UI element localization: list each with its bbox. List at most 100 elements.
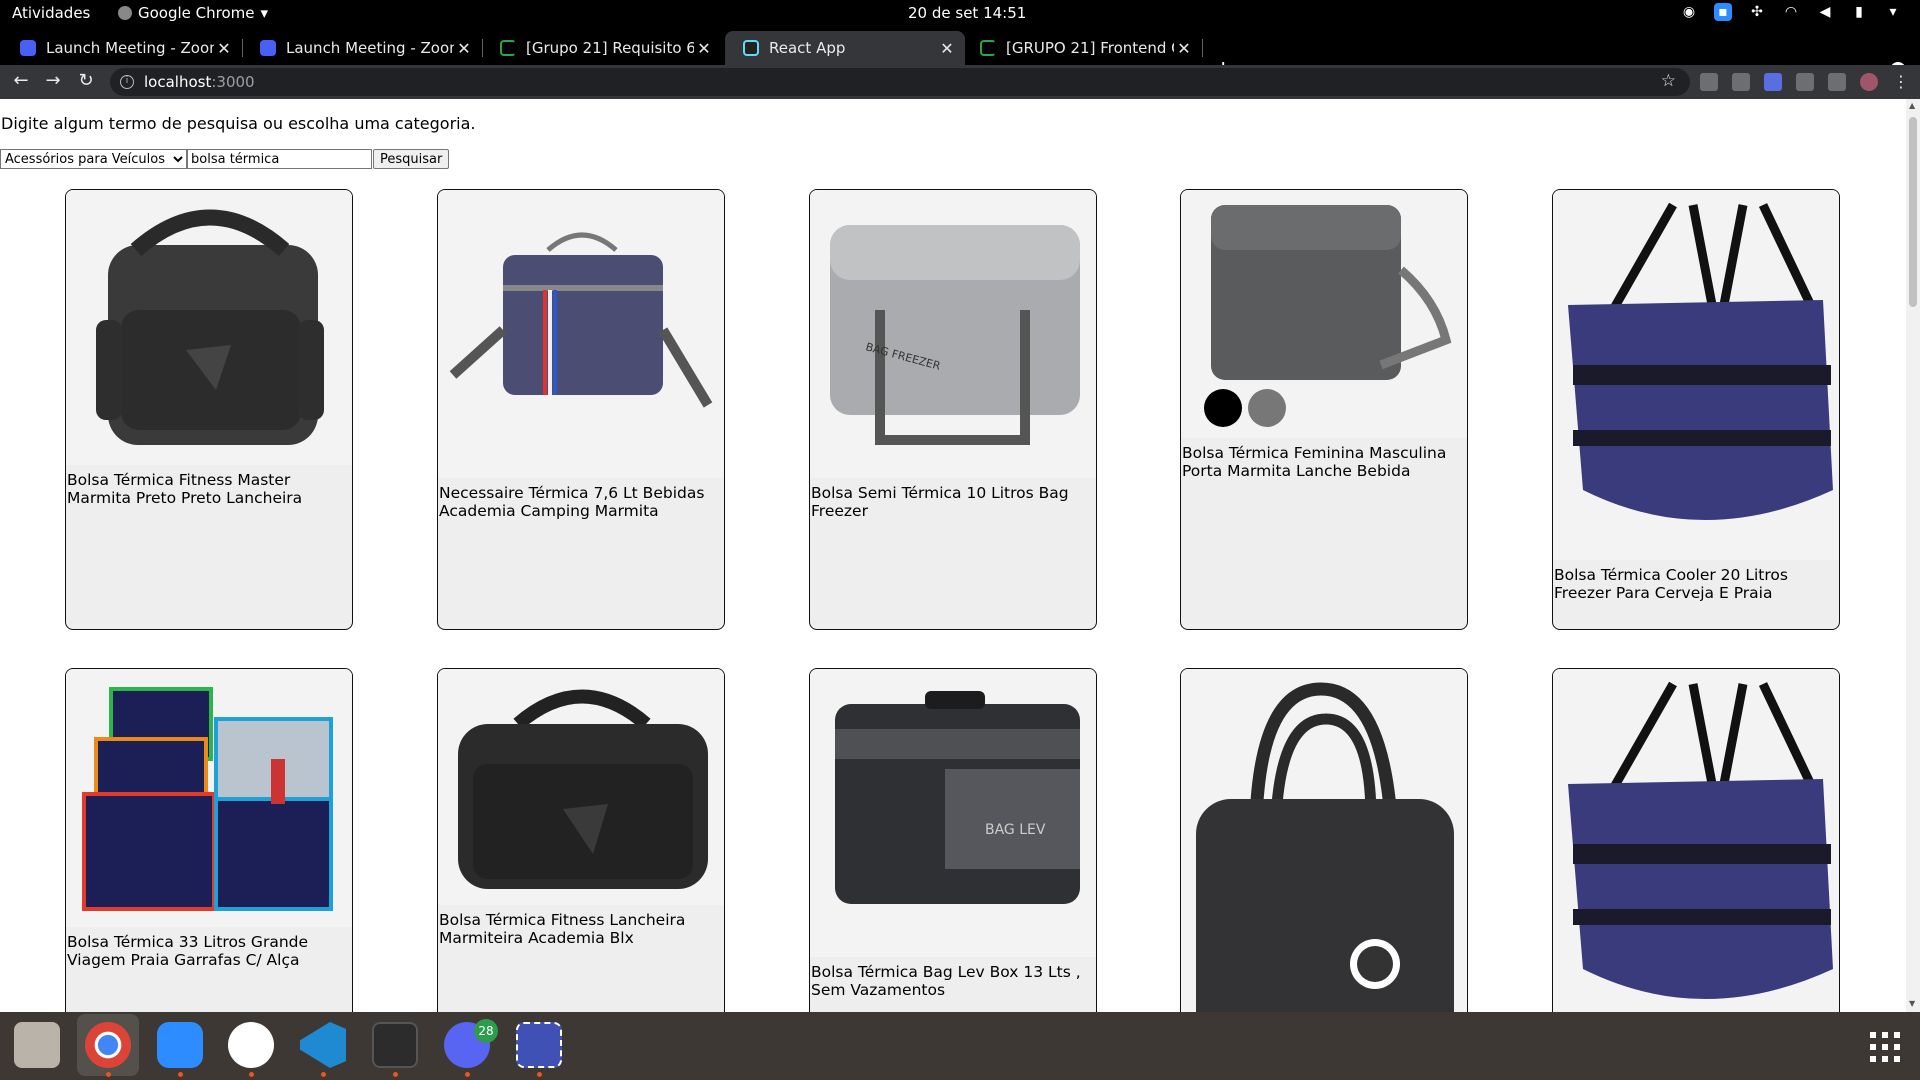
site-info-icon[interactable]: i	[120, 75, 134, 89]
tab-title: [Grupo 21] Requisito 6 by	[526, 39, 694, 57]
zoom-icon	[20, 40, 36, 56]
activities-button[interactable]: Atividades	[12, 4, 90, 22]
running-indicator	[537, 1072, 542, 1077]
screenshot-dock-icon[interactable]	[516, 1022, 562, 1068]
product-image	[1181, 669, 1467, 1012]
product-image	[1181, 190, 1467, 438]
product-card-10[interactable]	[1552, 668, 1840, 1012]
svg-text:BAG LEV: BAG LEV	[985, 822, 1046, 838]
show-applications-grid-icon[interactable]	[1870, 1032, 1900, 1062]
product-image	[1553, 190, 1839, 560]
close-tab-icon[interactable]: ✕	[454, 39, 474, 58]
search-input[interactable]	[187, 149, 372, 169]
product-card-8[interactable]: BAG LEV Bolsa Térmica Bag Lev Box 13 Lts…	[809, 668, 1097, 1012]
product-card-4[interactable]: Bolsa Térmica Feminina Masculina Porta M…	[1180, 189, 1468, 630]
caret-down-icon: ▾	[260, 4, 269, 22]
tab-separator	[1202, 39, 1203, 57]
running-indicator	[465, 1072, 470, 1077]
bookmark-star-icon[interactable]: ☆	[1661, 71, 1676, 91]
terminal-dock-icon[interactable]	[372, 1022, 418, 1068]
url-host: localhost	[144, 73, 212, 91]
product-title: Bolsa Térmica 33 Litros Grande Viagem Pr…	[67, 933, 309, 969]
running-indicator	[393, 1072, 398, 1077]
discord-tray-icon[interactable]: ◉	[1680, 3, 1698, 21]
react-icon	[743, 40, 759, 56]
tab-strip: Launch Meeting - Zoom ✕ Launch Meeting -…	[0, 27, 1920, 82]
address-bar[interactable]: i localhost:3000 ☆	[110, 68, 1690, 96]
system-top-bar: Atividades Google Chrome ▾ 20 de set 14:…	[0, 0, 1920, 27]
clock[interactable]: 20 de set 14:51	[908, 4, 1026, 22]
search-prompt: Digite algum termo de pesquisa ou escolh…	[1, 114, 476, 133]
files-app-icon[interactable]	[14, 1022, 60, 1068]
github-loading-icon	[500, 40, 516, 56]
product-card-5[interactable]: Bolsa Térmica Cooler 20 Litros Freezer P…	[1552, 189, 1840, 630]
scroll-up-arrow-icon[interactable]: ▲	[1909, 101, 1915, 110]
volume-icon[interactable]: ◀	[1816, 3, 1834, 21]
product-image	[438, 190, 724, 478]
page-scrollbar[interactable]: ▲ ▼	[1906, 99, 1920, 1012]
tab-zoom-1[interactable]: Launch Meeting - Zoom ✕	[2, 31, 243, 65]
product-card-7[interactable]: Bolsa Térmica Fitness Lancheira Marmitei…	[437, 668, 725, 1012]
tab-github-frontend[interactable]: [GRUPO 21] Frontend Onl ✕	[962, 31, 1203, 65]
page-viewport: Digite algum termo de pesquisa ou escolh…	[0, 99, 1920, 1012]
github-loading-icon	[980, 40, 996, 56]
tab-github-requisito[interactable]: [Grupo 21] Requisito 6 by ✕	[482, 31, 722, 65]
close-tab-icon[interactable]: ✕	[937, 39, 957, 58]
system-tray[interactable]: ◉ ▪ ✣ ◠ ◀ ▮ ▾	[1680, 3, 1902, 21]
close-tab-icon[interactable]: ✕	[694, 39, 714, 58]
running-indicator	[106, 1072, 111, 1077]
zoom-icon	[260, 40, 276, 56]
product-title: Bolsa Térmica Bag Lev Box 13 Lts , Sem V…	[811, 963, 1081, 999]
scrollbar-thumb[interactable]	[1909, 117, 1917, 307]
running-indicator	[249, 1072, 254, 1077]
product-title: Necessaire Térmica 7,6 Lt Bebidas Academ…	[439, 484, 705, 520]
slack-dock-icon[interactable]	[228, 1022, 274, 1068]
chrome-icon	[118, 6, 132, 20]
zoom-dock-icon[interactable]	[157, 1022, 203, 1068]
product-card-1[interactable]: Bolsa Térmica Fitness Master Marmita Pre…	[65, 189, 353, 630]
tab-zoom-2[interactable]: Launch Meeting - Zoom ✕	[242, 31, 483, 65]
app-menu-label: Google Chrome	[138, 4, 255, 22]
product-card-3[interactable]: BAG FREEZER Bolsa Semi Térmica 10 Litros…	[809, 189, 1097, 630]
product-image	[438, 669, 724, 905]
search-button[interactable]: Pesquisar	[373, 149, 450, 169]
translate-extension-icon[interactable]	[1764, 73, 1782, 91]
wifi-icon[interactable]: ◠	[1782, 3, 1800, 21]
system-menu-caret-icon[interactable]: ▾	[1884, 3, 1902, 21]
close-tab-icon[interactable]: ✕	[214, 39, 234, 58]
close-tab-icon[interactable]: ✕	[1174, 39, 1194, 58]
cast-extension-icon[interactable]	[1732, 73, 1750, 91]
product-card-6[interactable]: Bolsa Térmica 33 Litros Grande Viagem Pr…	[65, 668, 353, 1012]
category-select[interactable]: Acessórios para Veículos	[0, 149, 187, 169]
url-port: :3000	[211, 73, 255, 91]
audio-extension-icon[interactable]	[1700, 73, 1718, 91]
zoom-tray-icon[interactable]: ▪	[1714, 3, 1732, 21]
scroll-down-arrow-icon[interactable]: ▼	[1909, 999, 1915, 1008]
app-menu[interactable]: Google Chrome ▾	[118, 4, 268, 22]
vscode-dock-icon[interactable]	[300, 1022, 346, 1068]
product-image	[1553, 669, 1839, 1012]
product-card-9[interactable]	[1180, 668, 1468, 1012]
running-indicator	[178, 1072, 183, 1077]
tab-title: Launch Meeting - Zoom	[46, 39, 214, 57]
tab-react-app[interactable]: React App ✕	[725, 31, 965, 65]
product-card-2[interactable]: Necessaire Térmica 7,6 Lt Bebidas Academ…	[437, 189, 725, 630]
extensions-puzzle-icon[interactable]	[1828, 73, 1846, 91]
profile-avatar[interactable]	[1860, 73, 1878, 91]
tab-title: Launch Meeting - Zoom	[286, 39, 454, 57]
battery-icon[interactable]: ▮	[1850, 3, 1868, 21]
back-arrow-icon[interactable]: ←	[9, 70, 33, 91]
running-indicator	[321, 1072, 326, 1077]
forward-arrow-icon[interactable]: →	[41, 70, 65, 91]
reload-icon[interactable]: ↻	[74, 70, 98, 91]
chrome-dock-icon[interactable]	[85, 1022, 131, 1068]
product-title: Bolsa Térmica Cooler 20 Litros Freezer P…	[1554, 566, 1788, 602]
product-title: Bolsa Térmica Feminina Masculina Porta M…	[1182, 444, 1447, 480]
tab-title: [GRUPO 21] Frontend Onl	[1006, 39, 1174, 57]
ubuntu-dock: 28	[0, 1012, 1920, 1080]
screenshot-extension-icon[interactable]	[1796, 73, 1814, 91]
search-controls: Acessórios para Veículos Pesquisar	[0, 149, 450, 169]
discord-notification-badge: 28	[474, 1019, 498, 1043]
chrome-menu-icon[interactable]: ⋮	[1892, 73, 1910, 91]
slack-tray-icon[interactable]: ✣	[1748, 3, 1766, 21]
